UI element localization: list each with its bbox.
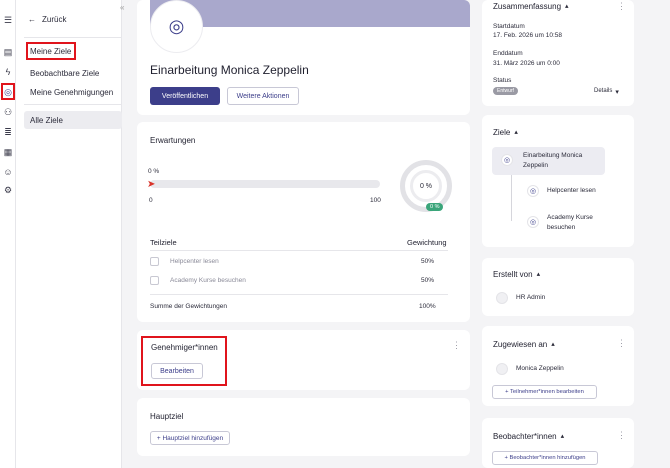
goals-tree-header[interactable]: Ziele ▴ [493,128,518,137]
more-options-icon[interactable]: ⋮ [617,1,626,12]
tree-connector [511,175,512,221]
target-icon: ◎ [527,216,539,228]
lightning-icon[interactable]: ϟ [2,66,14,78]
details-label: Details [594,88,613,94]
collapse-panel-icon[interactable]: « [120,3,124,12]
details-toggle[interactable]: Details ▾ [594,88,619,96]
rocket-icon: ➤ [147,179,156,190]
divider [150,294,448,295]
weight-sum-label: Summe der Gewichtungen [150,303,227,310]
goals-tree-child[interactable]: Academy Kurse besuchen [547,213,617,233]
goals-tree-title: Ziele [493,128,511,137]
more-actions-button[interactable]: Weitere Aktionen [227,87,299,105]
people-icon[interactable]: ☺ [2,166,14,178]
divider [24,37,122,38]
observers-title: Beobachter*innen [493,432,557,441]
progress-track [150,180,380,188]
more-options-icon[interactable]: ⋮ [452,340,461,351]
summary-header[interactable]: Zusammenfassung ▴ [493,2,569,11]
start-date-label: Startdatum [493,23,525,30]
arrow-left-icon: ← [28,15,36,24]
status-label: Status [493,77,512,84]
avatar [496,363,508,375]
more-options-icon[interactable]: ⋮ [617,338,626,349]
subgoal-name: Helpcenter lesen [170,258,219,265]
nav-item-observable-goals[interactable]: Beobachtbare Ziele [30,69,99,78]
gauge-badge: 0 % [426,203,444,211]
dashboard-icon[interactable]: ▤ [2,46,14,58]
main-goal-title: Hauptziel [150,412,184,421]
assigned-card: Zugewiesen an ▴ ⋮ Monica Zeppelin + Teil… [482,326,634,406]
observers-card: Beobachter*innen ▴ ⋮ + Beobachter*innen … [482,418,634,468]
chevron-down-icon: ▾ [615,89,619,96]
weight-header: Gewichtung [407,238,447,247]
goals-tree-card: Ziele ▴ ◎ Einarbeitung Monica Zeppelin ◎… [482,115,634,247]
scrollbar[interactable] [661,0,670,468]
avatar [496,292,508,304]
more-options-icon[interactable]: ⋮ [617,430,626,441]
observers-header[interactable]: Beobachter*innen ▴ [493,432,564,441]
chevron-up-icon: ▴ [536,271,541,278]
created-by-header[interactable]: Erstellt von ▴ [493,270,540,279]
goals-tree-root-label: Einarbeitung Monica Zeppelin [523,152,583,169]
main-goal-card: Hauptziel + Hauptziel hinzufügen [137,398,470,456]
nav-item-my-approvals[interactable]: Meine Genehmigungen [30,88,113,97]
edit-participants-button[interactable]: + Teilnehmer*innen bearbeiten [492,385,597,399]
chevron-up-icon: ▴ [514,129,518,136]
goal-title: Einarbeitung Monica Zeppelin [150,63,309,77]
goals-tree-child[interactable]: Helpcenter lesen [547,187,596,194]
goal-target-icon: ◎ [150,0,203,53]
calendar-icon[interactable]: ▦ [2,146,14,158]
status-badge: Entwurf [493,87,518,95]
created-by-name: HR Admin [516,294,546,301]
gauge-value: 0 % [410,170,442,202]
highlight-my-goals [26,42,76,60]
settings-gear-icon[interactable]: ⚙ [2,184,14,196]
created-by-title: Erstellt von [493,270,533,279]
add-main-goal-button[interactable]: + Hauptziel hinzufügen [150,431,230,445]
divider [24,104,122,105]
subgoal-checkbox[interactable] [150,276,159,285]
end-date-value: 31. März 2026 um 0:00 [493,60,560,67]
sub-navigation: ← Zurück Meine Ziele Beobachtbare Ziele … [16,0,122,468]
team-icon[interactable]: ⚇ [2,106,14,118]
subgoal-weight: 50% [421,258,435,265]
summary-title: Zusammenfassung [493,2,562,11]
add-observers-button[interactable]: + Beobachter*innen hinzufügen [492,451,598,465]
subgoal-checkbox[interactable] [150,257,159,266]
list-icon[interactable]: ≣ [2,126,14,138]
assigned-title: Zugewiesen an [493,340,548,349]
expectations-title: Erwartungen [150,136,196,145]
subgoals-header: Teilziele [150,238,177,247]
target-icon: ◎ [501,154,513,166]
subgoal-weight: 50% [421,277,435,284]
summary-card: Zusammenfassung ▴ ⋮ Startdatum 17. Feb. … [482,0,634,106]
target-icon: ◎ [527,185,539,197]
progress-max: 100 [370,197,381,204]
progress-min: 0 [149,197,153,204]
chevron-up-icon: ▴ [551,341,555,348]
divider [150,250,448,251]
icon-rail: ☰ ▤ ϟ ◎ ⚇ ≣ ▦ ☺ ⚙ [0,0,16,468]
highlight-approvers [141,336,227,386]
start-date-value: 17. Feb. 2026 um 10:58 [493,32,563,39]
progress-value-label: 0 % [148,168,160,175]
chevron-up-icon: ▴ [560,433,565,440]
highlight-goals-icon [1,83,15,100]
assigned-header[interactable]: Zugewiesen an ▴ [493,340,555,349]
chevron-up-icon: ▴ [565,3,569,10]
expectations-card: Erwartungen 0 % ➤ 0 100 0 % 0 % Teilziel… [137,122,470,322]
menu-icon[interactable]: ☰ [2,14,14,26]
end-date-label: Enddatum [493,50,523,57]
assigned-name: Monica Zeppelin [516,365,564,372]
publish-button[interactable]: Veröffentlichen [150,87,220,105]
nav-item-all-goals[interactable]: Alle Ziele [30,116,63,125]
back-link[interactable]: ← Zurück [28,15,66,24]
subgoal-name: Academy Kurse besuchen [170,277,246,284]
goal-header-card: ◎ Einarbeitung Monica Zeppelin Veröffent… [137,0,470,115]
created-by-card: Erstellt von ▴ HR Admin [482,258,634,316]
weight-sum-value: 100% [419,303,436,310]
